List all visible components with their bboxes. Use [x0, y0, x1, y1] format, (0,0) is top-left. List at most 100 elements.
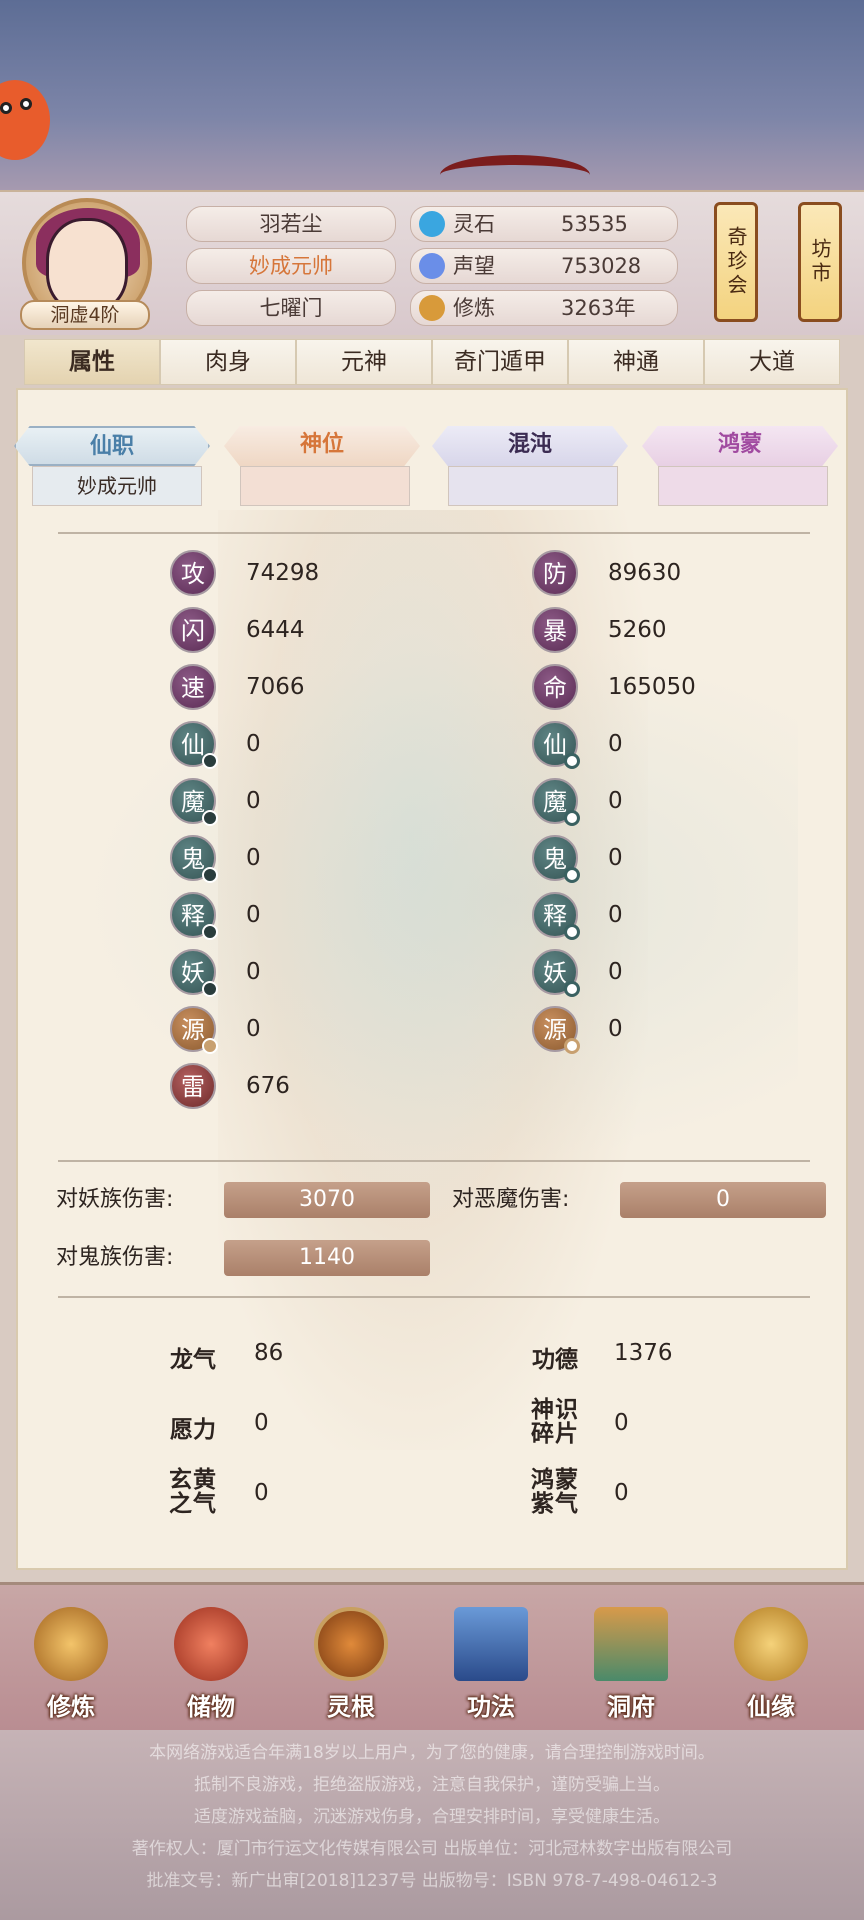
rank-shenwei-tab[interactable]: 神位	[224, 426, 420, 466]
tab-body[interactable]: 肉身	[160, 339, 296, 385]
stat-value: 5260	[608, 617, 667, 643]
technique-book-icon	[454, 1607, 528, 1681]
attack-badge-icon	[202, 810, 218, 826]
divider	[58, 1296, 810, 1298]
ghost-icon: 鬼	[532, 835, 580, 883]
stat-value: 0	[246, 1016, 261, 1042]
player-name: 羽若尘	[186, 206, 396, 242]
damage-demon-value: 0	[620, 1182, 826, 1218]
spirit-root-icon	[314, 1607, 388, 1681]
buddha-icon: 释	[170, 892, 218, 940]
stat-value: 6444	[246, 617, 305, 643]
rank-xianzhi-tab[interactable]: 仙职	[14, 426, 210, 466]
rank-hongmeng-tab[interactable]: 鸿蒙	[642, 426, 838, 466]
source-icon: 源	[532, 1006, 580, 1054]
treasure-auction-button[interactable]: 奇珍会	[714, 202, 758, 322]
stat-glyph: 源	[181, 1016, 205, 1044]
resource-label: 灵石	[453, 212, 495, 236]
cultivate-icon	[34, 1607, 108, 1681]
nav-label: 修炼	[47, 1693, 95, 1721]
stat-glyph: 释	[543, 902, 567, 930]
dodge-icon: 闪	[170, 607, 216, 653]
nav-storage[interactable]: 储物	[156, 1599, 266, 1727]
mascot-eye	[20, 98, 32, 110]
stat-value: 0	[246, 788, 261, 814]
nav-label: 仙缘	[747, 1693, 795, 1721]
stat-glyph: 魔	[543, 788, 567, 816]
damage-ghost-label: 对鬼族伤害:	[56, 1245, 174, 1270]
resource-spirit-stone: 灵石 53535	[410, 206, 678, 242]
life-icon: 命	[532, 664, 578, 710]
nav-label: 储物	[187, 1693, 235, 1721]
nav-label: 灵根	[327, 1693, 375, 1721]
bottom-nav: 修炼 储物 灵根 功法 洞府 仙缘	[0, 1582, 864, 1730]
market-button[interactable]: 坊市	[798, 202, 842, 322]
defense-badge-icon	[564, 810, 580, 826]
thunder-icon: 雷	[170, 1063, 216, 1109]
stat-value: 74298	[246, 560, 320, 586]
divine-sense-shard-label: 神识碎片	[531, 1397, 579, 1447]
immortal-icon: 仙	[532, 721, 580, 769]
nav-label: 功法	[467, 1693, 515, 1721]
tab-spirit[interactable]: 元神	[296, 339, 432, 385]
divider	[58, 532, 810, 534]
stat-glyph: 妖	[543, 959, 567, 987]
nav-cave-mansion[interactable]: 洞府	[576, 1599, 686, 1727]
critical-icon: 暴	[532, 607, 578, 653]
stat-value: 0	[608, 959, 623, 985]
tab-bar: 属性 肉身 元神 奇门遁甲 神通 大道	[24, 339, 840, 385]
tab-attributes[interactable]: 属性	[24, 339, 160, 385]
yao-icon: 妖	[170, 949, 218, 997]
speed-icon: 速	[170, 664, 216, 710]
avatar-face	[46, 218, 128, 312]
stat-value: 676	[246, 1073, 290, 1099]
rank-hundun-tab[interactable]: 混沌	[432, 426, 628, 466]
demon-icon: 魔	[170, 778, 218, 826]
nav-cultivate[interactable]: 修炼	[16, 1599, 126, 1727]
stat-glyph: 仙	[543, 731, 567, 759]
branch-decoration	[440, 155, 590, 195]
attack-badge-icon	[202, 753, 218, 769]
spirit-stone-icon	[419, 211, 445, 237]
xuanhuang-qi-value: 0	[254, 1480, 269, 1506]
nav-technique[interactable]: 功法	[436, 1599, 546, 1727]
merit-label: 功德	[532, 1347, 578, 1373]
stat-value: 165050	[608, 674, 696, 700]
stat-value: 89630	[608, 560, 682, 586]
resource-prestige: 声望 753028	[410, 248, 678, 284]
stat-glyph: 鬼	[543, 845, 567, 873]
attack-badge-icon	[202, 1038, 218, 1054]
stat-value: 0	[608, 1016, 623, 1042]
footer-line: 著作权人：厦门市行运文化传媒有限公司 出版单位：河北冠林数字出版有限公司	[131, 1839, 733, 1859]
ghost-icon: 鬼	[170, 835, 218, 883]
defense-badge-icon	[564, 753, 580, 769]
sky-background	[0, 0, 864, 195]
footer-line: 本网络游戏适合年满18岁以上用户，为了您的健康，请合理控制游戏时间。	[149, 1743, 715, 1763]
nav-spirit-root[interactable]: 灵根	[296, 1599, 406, 1727]
rank-xianzhi-value: 妙成元帅	[32, 466, 202, 506]
yao-icon: 妖	[532, 949, 580, 997]
rank-hongmeng-value	[658, 466, 828, 506]
source-icon: 源	[170, 1006, 218, 1054]
stat-value: 0	[608, 845, 623, 871]
prestige-icon	[419, 253, 445, 279]
tab-dao[interactable]: 大道	[704, 339, 840, 385]
nav-fate[interactable]: 仙缘	[716, 1599, 826, 1727]
tab-qimen[interactable]: 奇门遁甲	[432, 339, 568, 385]
cave-mansion-icon	[594, 1607, 668, 1681]
defense-icon: 防	[532, 550, 578, 596]
player-sect: 七曜门	[186, 290, 396, 326]
storage-bag-icon	[174, 1607, 248, 1681]
stat-value: 0	[246, 902, 261, 928]
damage-yao-label: 对妖族伤害:	[56, 1187, 174, 1212]
meditation-icon	[419, 295, 445, 321]
stat-glyph: 仙	[181, 731, 205, 759]
tab-divine-power[interactable]: 神通	[568, 339, 704, 385]
stat-glyph: 源	[543, 1016, 567, 1044]
footer-line: 批准文号：新广出审[2018]1237号 出版物号：ISBN 978-7-498…	[146, 1871, 718, 1891]
stat-glyph: 魔	[181, 788, 205, 816]
resource-cultivation: 修炼 3263年	[410, 290, 678, 326]
damage-yao-value: 3070	[224, 1182, 430, 1218]
resource-label: 声望	[453, 254, 495, 278]
defense-badge-icon	[564, 1038, 580, 1054]
